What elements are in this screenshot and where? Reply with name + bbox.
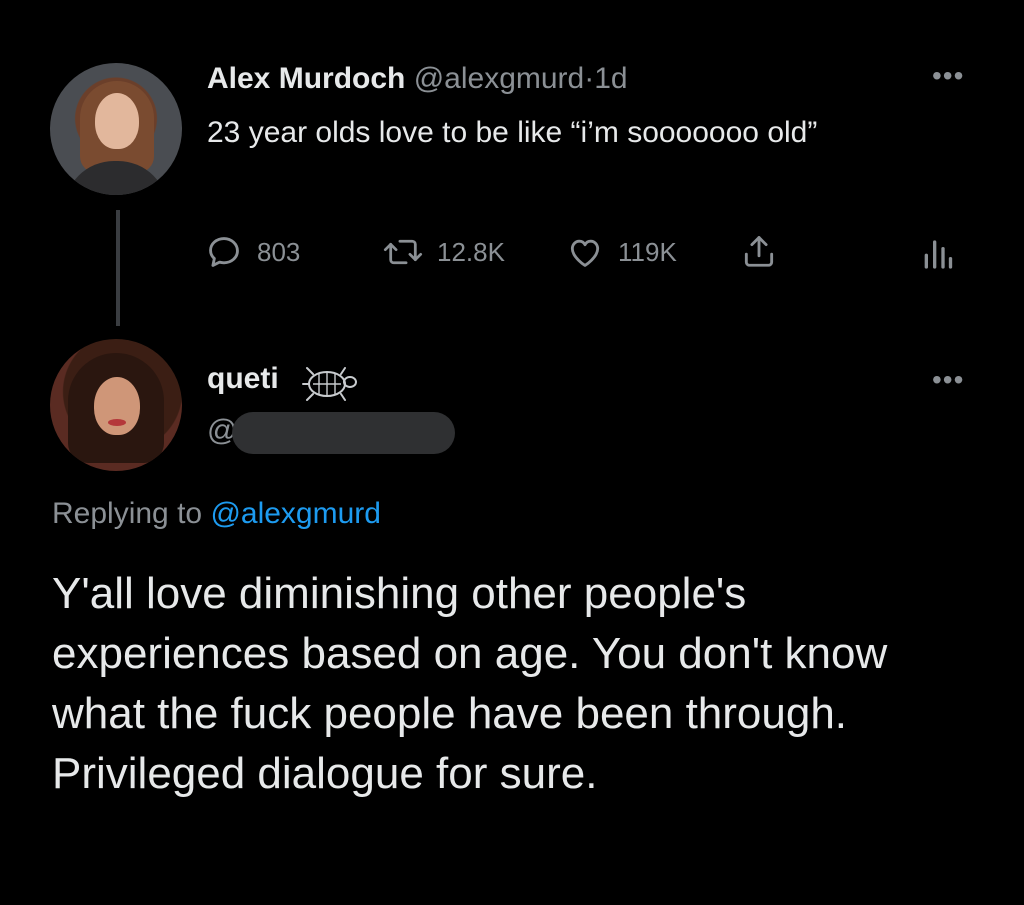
reply-author-name[interactable]: queti	[207, 362, 279, 396]
turtle-icon	[302, 367, 357, 401]
reply-count: 803	[257, 236, 301, 267]
heart-icon	[570, 239, 600, 267]
retweet-icon	[383, 239, 423, 265]
parent-tweet-text: 23 year olds love to be like “i’m sooooo…	[207, 116, 818, 149]
parent-author-handle[interactable]: @alexgmurd	[414, 62, 585, 95]
analytics-icon	[924, 240, 953, 269]
replying-to-label: Replying to	[52, 497, 203, 530]
parent-author-name[interactable]: Alex Murdoch	[207, 62, 405, 95]
reply-tweet-text: Y'all love diminishing other people's ex…	[52, 569, 888, 798]
parent-author-avatar[interactable]	[50, 63, 182, 195]
thread-connector-line	[116, 210, 120, 326]
like-count: 119K	[618, 236, 677, 267]
retweet-button[interactable]: 12.8K	[383, 233, 505, 271]
ellipsis-icon[interactable]: •••	[932, 62, 964, 90]
replying-to-handle-link[interactable]: @alexgmurd	[210, 497, 381, 530]
share-icon	[744, 236, 774, 267]
parent-tweet-time[interactable]: 1d	[594, 62, 627, 95]
reply-button[interactable]: 803	[205, 233, 300, 271]
retweet-count: 12.8K	[437, 236, 505, 267]
like-button[interactable]: 119K	[566, 233, 677, 271]
reply-author-avatar[interactable]	[50, 339, 182, 471]
share-button[interactable]	[740, 231, 778, 271]
redacted-handle-block	[232, 412, 455, 454]
header-separator: ·	[584, 62, 595, 95]
replying-to-line: Replying to @alexgmurd	[52, 497, 381, 531]
analytics-button[interactable]	[923, 232, 953, 272]
ellipsis-icon[interactable]: •••	[932, 366, 964, 394]
reply-bubble-icon	[209, 237, 239, 267]
parent-tweet-header: Alex Murdoch @alexgmurd·1d	[207, 62, 628, 102]
